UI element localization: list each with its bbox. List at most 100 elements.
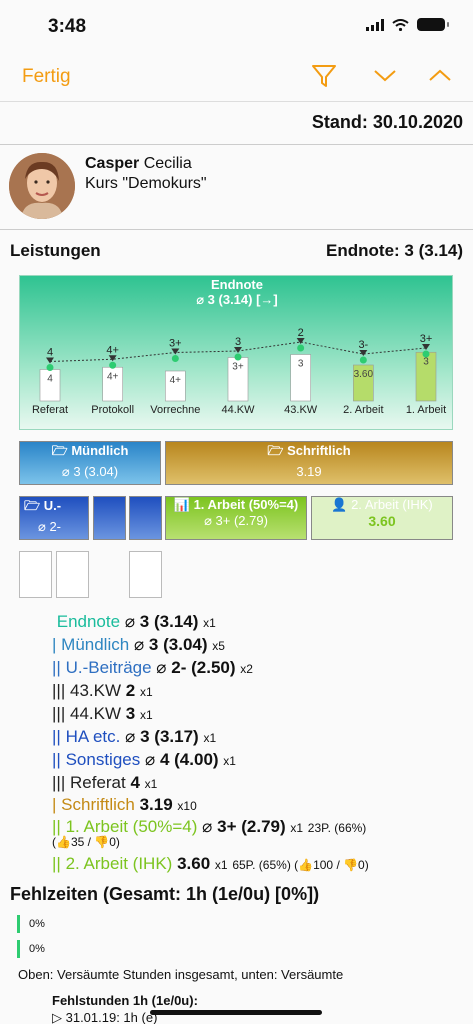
summary-row[interactable]: ||| Referat 4 x1 xyxy=(52,773,157,793)
chevron-up-icon[interactable] xyxy=(427,62,453,90)
chart-value-label: 3 xyxy=(298,359,304,370)
summary-weight: x1 xyxy=(139,708,153,722)
hierarchy-bars: | xyxy=(52,795,57,814)
divider xyxy=(0,144,473,145)
summary-label: Sonstiges xyxy=(65,750,141,769)
done-button[interactable]: Fertig xyxy=(22,66,71,88)
arbeit2-title: 👤 2. Arbeit (IHK) xyxy=(331,497,433,512)
first-name: Cecilia xyxy=(143,155,192,172)
summary-row[interactable]: || HA etc. ⌀ 3 (3.17) x1 xyxy=(52,727,216,747)
arbeit1-block[interactable]: 📊 1. Arbeit (50%=4) ⌀ 3+ (2.79) xyxy=(165,496,307,540)
summary-label: HA etc. xyxy=(65,727,121,746)
schriftlich-title: 🗁 Schriftlich xyxy=(267,443,351,458)
leaf-box[interactable] xyxy=(129,551,162,598)
summary-value: 2- (2.50) xyxy=(171,658,236,677)
u-beitraege-block[interactable]: 🗁 U.- ⌀ 2- xyxy=(19,496,89,540)
chart-point xyxy=(297,344,305,352)
absence-note: Oben: Versäumte Stunden insgesamt, unten… xyxy=(18,967,344,982)
hierarchy-bars: || xyxy=(52,854,61,873)
chart-grade-label: 2 xyxy=(298,327,304,339)
leaf-box[interactable] xyxy=(19,551,52,598)
u-value: ⌀ 2- xyxy=(38,519,61,534)
summary-label: Referat xyxy=(69,773,126,792)
chart-value-label: 4 xyxy=(47,374,53,385)
summary-weight: x1 xyxy=(223,754,236,768)
hierarchy-bars: ||| xyxy=(52,773,66,792)
chart-subtitle: ⌀ 3 (3.14) [→] xyxy=(196,292,278,307)
summary-value: 2 xyxy=(125,681,136,700)
summary-value: 3 (3.04) xyxy=(148,635,208,654)
average-symbol: ⌀ xyxy=(144,750,156,769)
muendlich-value: ⌀ 3 (3.04) xyxy=(61,464,119,479)
leaf-box[interactable] xyxy=(56,551,89,598)
average-symbol: ⌀ xyxy=(124,612,136,631)
muendlich-block[interactable]: 🗁 Mündlich ⌀ 3 (3.04) xyxy=(19,441,161,485)
absence-title: Fehlzeiten (Gesamt: 1h (1e/0u) [0%]) xyxy=(10,884,320,904)
sonstiges-block[interactable] xyxy=(129,496,162,540)
folder-icon: 🗁 xyxy=(267,443,288,458)
summary-row[interactable]: || 1. Arbeit (50%=4) ⌀ 3+ (2.79) x1 23P.… xyxy=(52,817,366,837)
summary-row[interactable]: ||| 43.KW 2 x1 xyxy=(52,681,153,701)
summary-weight: x1 xyxy=(139,685,153,699)
summary-row[interactable]: || 2. Arbeit (IHK) 3.60 x1 65P. (65%) (👍… xyxy=(52,854,369,874)
status-bar: 3:48 xyxy=(0,0,473,52)
summary-weight: x1 xyxy=(214,858,228,872)
summary-row[interactable]: ||| 44.KW 3 x1 xyxy=(52,704,153,724)
signal-icon xyxy=(366,18,384,31)
summary-weight: x1 xyxy=(203,731,217,745)
wifi-icon xyxy=(392,18,409,31)
chart-point xyxy=(171,355,179,362)
arbeit2-block[interactable]: 👤 2. Arbeit (IHK) 3.60 xyxy=(311,496,453,540)
home-indicator xyxy=(150,1010,322,1015)
arbeit2-value: 3.60 xyxy=(368,513,396,529)
status-time: 3:48 xyxy=(48,16,87,37)
student-name: Casper Cecilia xyxy=(85,155,192,173)
stand-date: Stand: 30.10.2020 xyxy=(311,112,463,132)
summary-value: 3 (3.14) xyxy=(139,612,199,631)
summary-weight: x2 xyxy=(240,662,253,676)
status-icons xyxy=(366,18,449,31)
summary-row[interactable]: | Schriftlich 3.19 x10 xyxy=(52,795,197,815)
schriftlich-block[interactable]: 🗁 Schriftlich 3.19 xyxy=(165,441,453,485)
arbeit1-value: ⌀ 3+ (2.79) xyxy=(204,513,268,528)
chart-grade-label: 3+ xyxy=(169,338,182,350)
average-symbol: ⌀ xyxy=(202,817,213,836)
grade-chart[interactable]: Endnote ⌀ 3 (3.14) [→] 4 Referat 4+ Protokoll… xyxy=(19,275,453,430)
absence-entry: ▷ 31.01.19: 1h (e) xyxy=(52,1010,158,1024)
chart-grade-label: 3 xyxy=(235,336,241,348)
chart-category-label: 43.KW xyxy=(284,404,318,416)
summary-label: 44.KW xyxy=(69,704,122,723)
summary-row[interactable]: || U.-Beiträge ⌀ 2- (2.50) x2 xyxy=(52,658,253,678)
summary-weight: x5 xyxy=(212,639,225,653)
summary-value: 3 (3.17) xyxy=(140,727,199,746)
avatar xyxy=(9,153,75,219)
hierarchy-bars: ||| xyxy=(52,681,66,700)
chart-category-label: 2. Arbeit xyxy=(343,404,383,416)
summary-label: 2. Arbeit (IHK) xyxy=(65,854,173,873)
chart-grade-label: 4 xyxy=(47,347,53,359)
ha-block[interactable] xyxy=(93,496,126,540)
summary-label: Mündlich xyxy=(61,635,130,654)
person-icon: 👤 xyxy=(331,497,352,512)
last-name: Casper xyxy=(85,155,140,172)
chart-point xyxy=(109,361,117,369)
summary-value: 3 xyxy=(125,704,136,723)
summary-row[interactable]: || Sonstiges ⌀ 4 (4.00) x1 xyxy=(52,750,236,770)
chart-value-label: 4+ xyxy=(107,371,119,382)
grade-chart-svg: Endnote⌀ 3 (3.14) [→] 4 Referat 4+ Protokoll… xyxy=(32,277,446,416)
filter-icon[interactable] xyxy=(311,62,337,90)
hierarchy-bars: ||| xyxy=(52,704,66,723)
summary-extra: 65P. (65%) (👍100 / 👎0) xyxy=(232,858,369,872)
summary-weight: x1 xyxy=(290,821,304,835)
summary-row[interactable]: Endnote ⌀ 3 (3.14) x1 xyxy=(52,612,216,632)
summary-value: 4 xyxy=(130,773,140,792)
summary-value: 3+ (2.79) xyxy=(217,817,286,836)
section-title: Leistungen xyxy=(10,241,101,260)
chevron-down-icon[interactable] xyxy=(372,62,398,90)
summary-row[interactable]: | Mündlich ⌀ 3 (3.04) x5 xyxy=(52,635,225,655)
summary-label: Schriftlich xyxy=(61,795,135,814)
schriftlich-value: 3.19 xyxy=(296,464,322,479)
folder-icon: 🗁 xyxy=(51,443,72,458)
absence-unexcused-percent: 0% xyxy=(17,940,45,958)
summary-weight: x1 xyxy=(203,616,216,630)
